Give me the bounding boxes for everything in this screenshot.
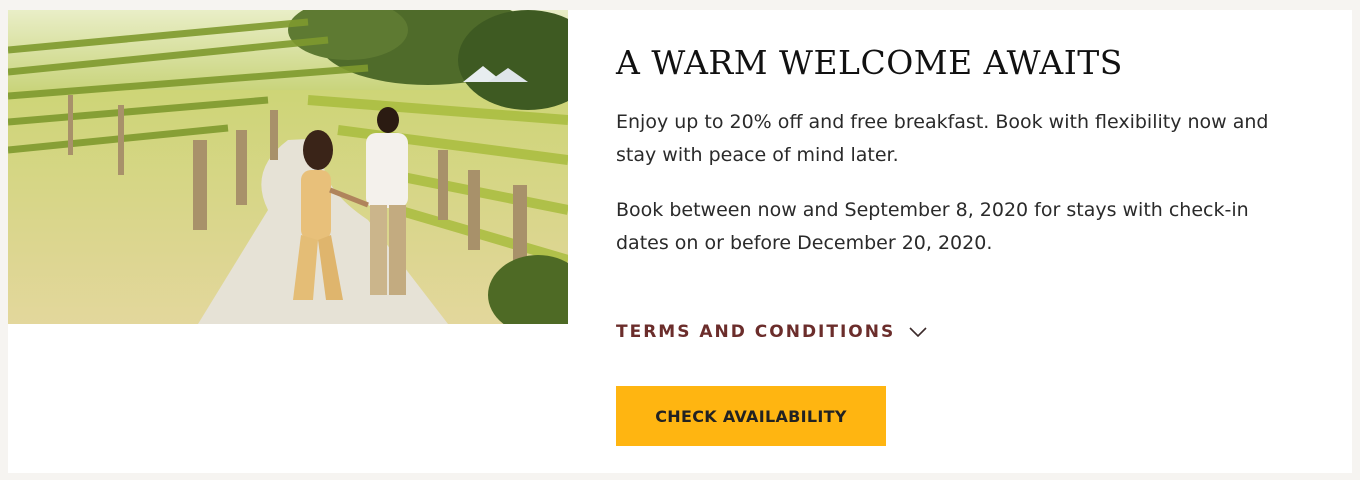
terms-and-conditions-toggle[interactable]: TERMS AND CONDITIONS <box>616 322 927 342</box>
chevron-down-icon <box>909 327 927 337</box>
promo-description: Enjoy up to 20% off and free breakfast. … <box>616 111 1269 166</box>
terms-label: TERMS AND CONDITIONS <box>616 322 896 342</box>
check-availability-button[interactable]: CHECK AVAILABILITY <box>616 386 886 446</box>
vineyard-photo <box>8 10 568 324</box>
promo-image <box>8 10 568 324</box>
promo-title: A WARM WELCOME AWAITS <box>616 43 1123 82</box>
promo-card: A WARM WELCOME AWAITS Enjoy up to 20% of… <box>8 10 1352 473</box>
promo-booking-window: Book between now and September 8, 2020 f… <box>616 199 1249 254</box>
